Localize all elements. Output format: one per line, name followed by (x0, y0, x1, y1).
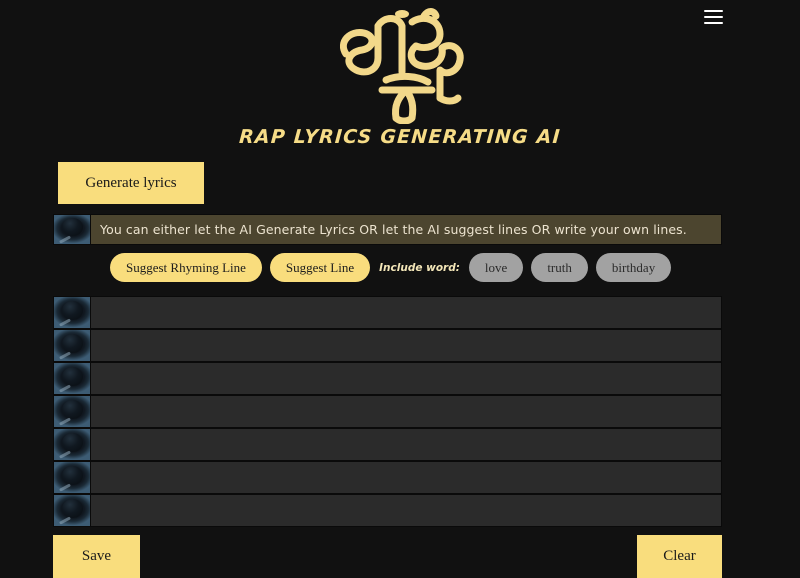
lyric-input[interactable] (91, 362, 722, 395)
page-title: RAP LYRICS GENERATING AI (238, 126, 562, 148)
suggest-rhyming-line-button[interactable]: Suggest Rhyming Line (110, 253, 262, 282)
lyric-input[interactable] (91, 461, 722, 494)
header: RAP LYRICS GENERATING AI (0, 0, 800, 148)
lyric-row (53, 395, 722, 428)
info-message: You can either let the AI Generate Lyric… (91, 214, 722, 245)
suggestion-toolbar: Suggest Rhyming Line Suggest Line Includ… (110, 253, 800, 282)
save-button[interactable]: Save (53, 535, 140, 578)
lyric-input[interactable] (91, 494, 722, 527)
include-word-love[interactable]: love (468, 253, 524, 282)
lyric-row (53, 428, 722, 461)
hamburger-menu-icon[interactable] (700, 4, 726, 30)
footer-actions: Save Clear (53, 535, 722, 578)
info-bar: You can either let the AI Generate Lyric… (53, 214, 722, 245)
microphone-icon[interactable] (53, 362, 91, 395)
generate-lyrics-button[interactable]: Generate lyrics (58, 162, 204, 204)
include-word-label: Include word: (379, 261, 460, 274)
hamburger-line (703, 10, 723, 12)
generate-row: Generate lyrics (0, 148, 800, 204)
microphone-icon[interactable] (53, 461, 91, 494)
microphone-icon[interactable] (53, 329, 91, 362)
graffiti-logo-icon (339, 8, 464, 124)
lyric-input[interactable] (91, 296, 722, 329)
hamburger-line (703, 16, 723, 18)
include-word-truth[interactable]: truth (531, 253, 588, 282)
microphone-icon (53, 214, 91, 245)
lyric-input[interactable] (91, 428, 722, 461)
microphone-icon[interactable] (53, 296, 91, 329)
app-logo (320, 2, 480, 124)
lyric-row (53, 461, 722, 494)
lyric-input[interactable] (91, 329, 722, 362)
lyric-row (53, 329, 722, 362)
microphone-icon[interactable] (53, 395, 91, 428)
microphone-icon[interactable] (53, 428, 91, 461)
hamburger-line (703, 22, 723, 24)
lyric-row (53, 296, 722, 329)
suggest-line-button[interactable]: Suggest Line (269, 253, 371, 282)
lyric-row (53, 494, 722, 527)
lyric-row (53, 362, 722, 395)
clear-button[interactable]: Clear (637, 535, 722, 578)
lyric-line-list (53, 296, 722, 527)
microphone-icon[interactable] (53, 494, 91, 527)
include-word-birthday[interactable]: birthday (595, 253, 672, 282)
lyric-input[interactable] (91, 395, 722, 428)
